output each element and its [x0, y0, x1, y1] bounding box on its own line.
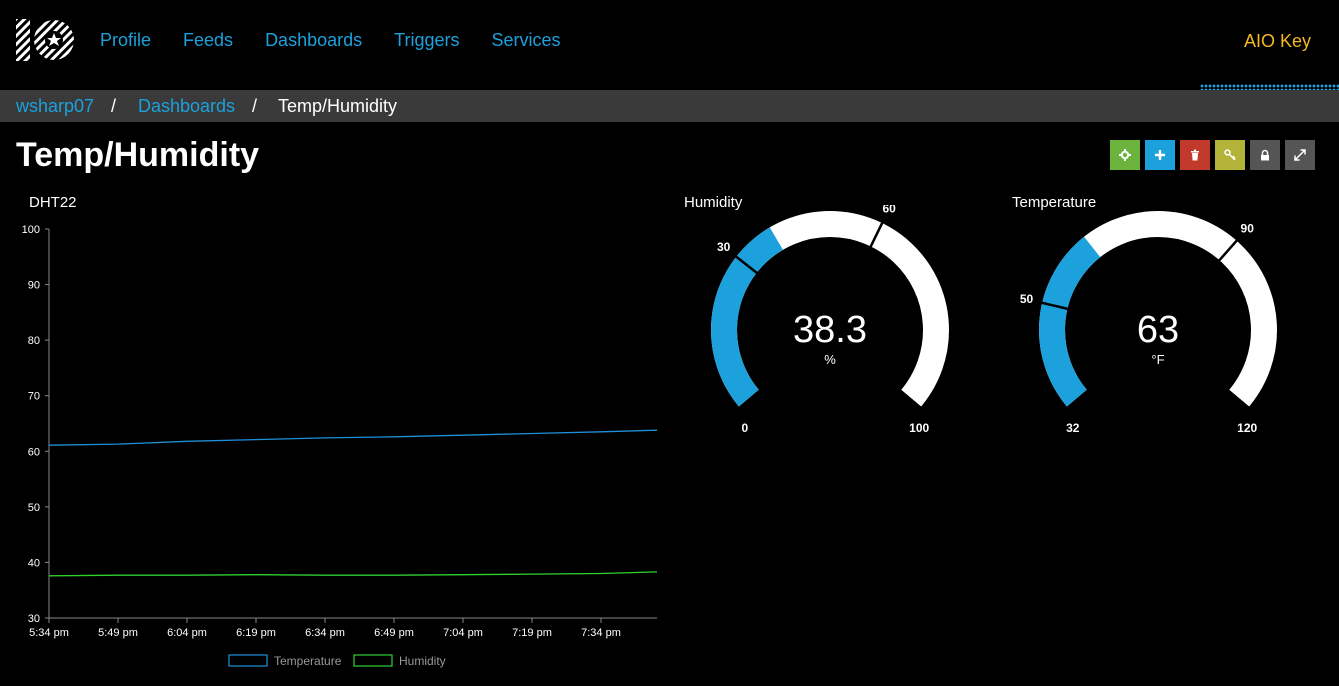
x-tick-label: 7:34 pm — [581, 627, 621, 639]
settings-button[interactable] — [1110, 140, 1140, 170]
gauge-value: 38.3 — [793, 309, 867, 351]
gauge-value-arc — [1039, 236, 1101, 407]
gauge-max-label: 100 — [909, 421, 929, 435]
gauge-value: 63 — [1137, 309, 1179, 351]
humidity-gauge: 30 60 0 100 38.3% — [711, 205, 949, 435]
delete-button[interactable] — [1180, 140, 1210, 170]
page-title: Temp/Humidity — [16, 136, 260, 174]
fullscreen-button[interactable] — [1285, 140, 1315, 170]
gauge-value-arc — [711, 227, 784, 407]
gauge-unit: % — [824, 352, 836, 367]
dashboard-toolbar — [1110, 140, 1315, 170]
main-nav: Profile Feeds Dashboards Triggers Servic… — [100, 30, 561, 51]
x-tick-label: 5:34 pm — [29, 627, 69, 639]
top-navigation-bar: Profile Feeds Dashboards Triggers Servic… — [0, 0, 1339, 84]
adafruit-io-logo[interactable] — [16, 17, 76, 63]
add-block-button[interactable] — [1145, 140, 1175, 170]
gear-icon — [1119, 149, 1131, 161]
breadcrumb-separator: / — [111, 96, 117, 116]
nav-dashboards[interactable]: Dashboards — [265, 30, 362, 51]
gauge-max-label: 120 — [1237, 421, 1257, 435]
breadcrumb-user[interactable]: wsharp07 — [16, 96, 94, 117]
legend-label: Humidity — [399, 654, 446, 668]
x-tick-label: 6:34 pm — [305, 627, 345, 639]
chart-title: DHT22 — [29, 194, 77, 211]
gauge-min-label: 32 — [1066, 421, 1080, 435]
nav-feeds[interactable]: Feeds — [183, 30, 233, 51]
temperature-gauge: 50 90 32 120 63°F — [1020, 211, 1277, 435]
nav-services[interactable]: Services — [491, 30, 560, 51]
gauge-threshold-label: 50 — [1020, 292, 1034, 306]
y-tick-label: 30 — [28, 613, 40, 625]
legend-label: Temperature — [274, 654, 342, 668]
expand-icon — [1294, 149, 1306, 161]
trash-icon — [1191, 149, 1199, 161]
gauge-unit: °F — [1151, 352, 1164, 367]
gauge-threshold-label: 30 — [717, 240, 731, 254]
y-tick-label: 40 — [28, 557, 40, 569]
y-tick-label: 90 — [28, 280, 40, 292]
legend-swatch — [353, 654, 393, 667]
x-tick-label: 6:19 pm — [236, 627, 276, 639]
temperature-series-line — [48, 429, 658, 446]
x-tick-label: 6:04 pm — [167, 627, 207, 639]
key-button[interactable] — [1215, 140, 1245, 170]
plus-icon — [1155, 150, 1165, 160]
nav-profile[interactable]: Profile — [100, 30, 151, 51]
x-tick-label: 7:04 pm — [443, 627, 483, 639]
nav-triggers[interactable]: Triggers — [394, 30, 459, 51]
humidity-series-line — [48, 571, 658, 577]
gauge-threshold-label: 60 — [883, 205, 897, 216]
aio-key-link[interactable]: AIO Key — [1244, 31, 1311, 52]
y-tick-label: 100 — [22, 224, 40, 236]
x-tick-label: 6:49 pm — [374, 627, 414, 639]
breadcrumb-dashboards[interactable]: Dashboards — [138, 96, 235, 117]
breadcrumb-current: Temp/Humidity — [278, 96, 398, 116]
y-tick-label: 70 — [28, 391, 40, 403]
key-icon — [1224, 149, 1236, 161]
y-tick-label: 50 — [28, 502, 40, 514]
lock-button[interactable] — [1250, 140, 1280, 170]
lock-icon — [1261, 149, 1269, 161]
legend-swatch — [228, 654, 268, 667]
gauge-threshold-label: 90 — [1241, 222, 1255, 236]
dht22-line-chart: 30 40 50 60 70 80 90 100 5:34 pm 5:49 pm 6:04 pm 6:… — [22, 224, 658, 668]
x-tick-label: 5:49 pm — [98, 627, 138, 639]
y-tick-label: 80 — [28, 335, 40, 347]
breadcrumb-separator: / — [252, 96, 258, 116]
x-tick-label: 7:19 pm — [512, 627, 552, 639]
y-tick-label: 60 — [28, 446, 40, 458]
gauge-min-label: 0 — [741, 421, 748, 435]
